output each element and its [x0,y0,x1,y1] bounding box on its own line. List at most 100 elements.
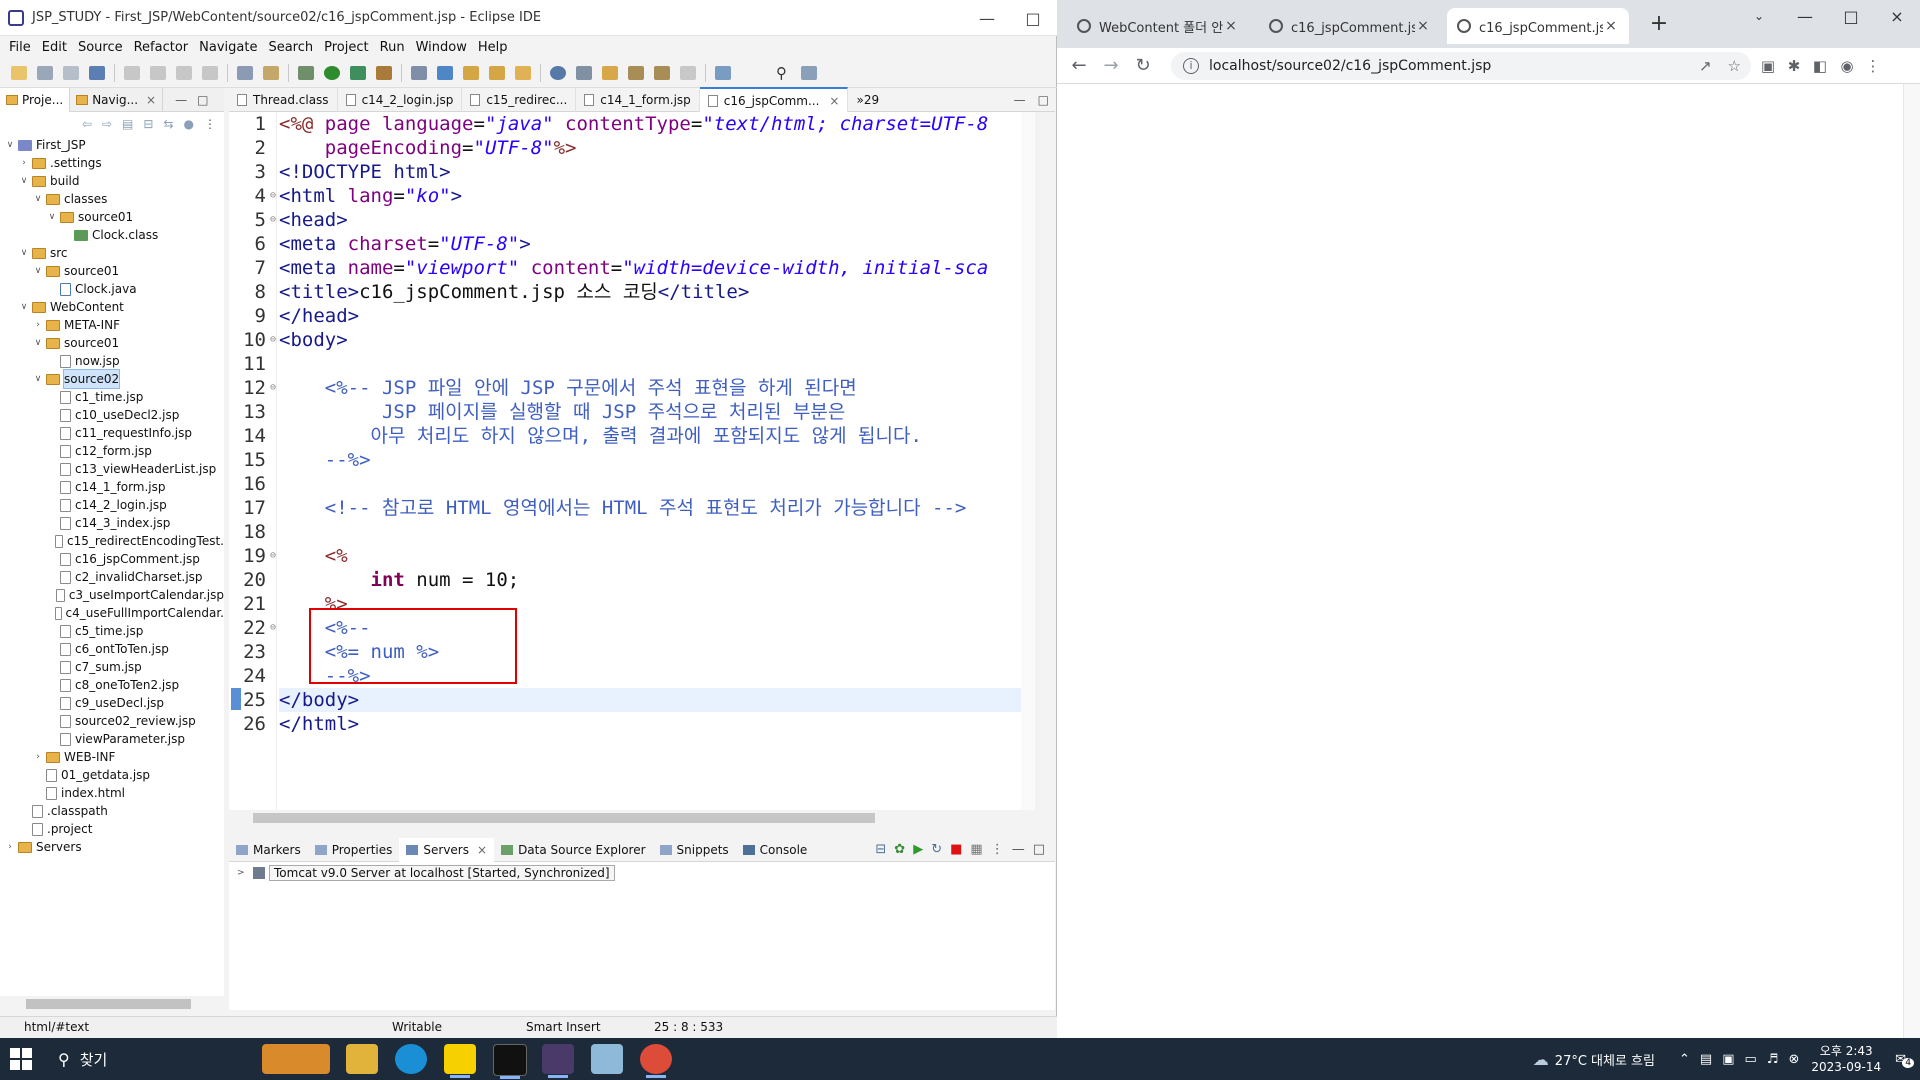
code-line[interactable]: <html lang="ko"> [279,184,1021,208]
tree-item[interactable]: c5_time.jsp [0,622,224,640]
tree-item[interactable]: c8_oneToTen2.jsp [0,676,224,694]
back-arrow-icon[interactable]: ⇦ [82,117,92,131]
code-line[interactable]: <% [279,544,1021,568]
code-line[interactable]: int num = 10; [279,568,1021,592]
network-icon[interactable]: ▤ [1700,1052,1712,1067]
terminal-icon[interactable] [493,1044,527,1079]
back-icon[interactable]: ← [1063,55,1095,76]
tree-item[interactable]: source02_review.jsp [0,712,224,730]
browser-tab-3[interactable]: c16_jspComment.jsp 소 × [1447,8,1629,44]
maximize-view-icon[interactable]: □ [1033,842,1045,857]
view-menu-icon[interactable]: ⋮ [991,842,1004,857]
new-icon[interactable] [11,65,27,80]
tree-item[interactable]: c6_ontToTen.jsp [0,640,224,658]
tab-navigator[interactable]: Navig... × [70,87,164,112]
forward-icon[interactable] [680,65,696,80]
tab-c15-redirect[interactable]: c15_redirec... [462,87,577,112]
fold-toggle-icon[interactable]: ⊖ [270,328,276,352]
close-icon[interactable]: × [1874,7,1920,26]
minimize-view-icon[interactable]: — [175,93,187,107]
tree-item[interactable]: c13_viewHeaderList.jsp [0,460,224,478]
tab-thread-class[interactable]: Thread.class [229,87,338,112]
code-line[interactable] [279,352,1021,376]
code-line[interactable]: </html> [279,712,1021,736]
code-line[interactable]: <!-- 참고로 HTML 영역에서는 HTML 주석 표현도 처리가 가능합니… [279,496,1021,520]
stop-server-icon[interactable]: ■ [950,842,962,857]
tree-item[interactable]: c14_1_form.jsp [0,478,224,496]
toggle-icon[interactable] [237,65,253,80]
chevron-down-icon[interactable]: ∨ [32,190,44,208]
notepad-icon[interactable] [591,1044,623,1074]
chevron-right-icon[interactable]: › [32,748,44,766]
menu-run[interactable]: Run [380,40,405,55]
annotation-icon[interactable] [602,65,618,80]
tree-item[interactable]: now.jsp [0,352,224,370]
tree-item[interactable]: ∨ source01 [0,334,224,352]
code-line[interactable]: <%-- JSP 파일 안에 JSP 구문에서 주석 표현을 하게 된다면 [279,376,1021,400]
tree-item[interactable]: index.html [0,784,224,802]
browser-tab-2[interactable]: c16_jspComment.jsp 소 × [1259,8,1441,44]
edge-icon[interactable] [395,1044,427,1074]
code-line[interactable]: --%> [279,448,1021,472]
suspend-icon[interactable] [150,65,166,80]
tab-snippets[interactable]: Snippets [653,838,736,862]
code-line[interactable]: 아무 처리도 하지 않으며, 출력 결과에 포함되지도 않게 됩니다. [279,424,1021,448]
editor-horizontal-scrollbar[interactable] [229,810,1021,826]
tree-item[interactable]: c7_sum.jsp [0,658,224,676]
code-line[interactable]: <meta name="viewport" content="width=dev… [279,256,1021,280]
tab-c14-1-form[interactable]: c14_1_form.jsp [576,87,700,112]
code-line[interactable]: <%@ page language="java" contentType="te… [279,112,1021,136]
profile-icon[interactable]: ◉ [1839,58,1855,74]
tree-item[interactable]: 01_getdata.jsp [0,766,224,784]
code-line[interactable]: </body> [279,688,1021,712]
minimize-view-icon[interactable]: — [1012,842,1025,857]
link-editor-icon[interactable]: ⇆ [163,117,173,131]
pencil-icon[interactable] [515,65,531,80]
tab-c16-jspcomment[interactable]: c16_jspComm... × [699,86,849,113]
code-line[interactable] [279,520,1021,544]
taskbar-clock[interactable]: 오후 2:43 2023-09-14 [1811,1043,1881,1075]
tree-item[interactable]: ∨ source01 [0,262,224,280]
menu-file[interactable]: File [9,40,31,55]
coverage-icon[interactable] [350,65,366,80]
perspective-icon[interactable] [801,65,817,80]
tree-item[interactable]: Clock.java [0,280,224,298]
maximize-view-icon[interactable]: □ [197,93,208,107]
chevron-right-icon[interactable]: › [18,154,30,172]
search-tool-icon[interactable] [576,65,592,80]
maximize-icon[interactable]: □ [1828,7,1874,26]
tree-item[interactable]: c9_useDecl.jsp [0,694,224,712]
globe-icon[interactable] [550,65,566,80]
tree-item[interactable]: ∨ First_JSP [0,136,224,154]
menu-refactor[interactable]: Refactor [134,40,189,55]
browser-tab-1[interactable]: WebContent 폴더 안에 × [1067,8,1249,44]
prev-annotation-icon[interactable] [628,65,644,80]
kakaotalk-icon[interactable] [444,1044,476,1078]
publish-icon[interactable]: ▦ [970,842,982,857]
reload-icon[interactable]: ↻ [1127,55,1159,76]
notification-icon[interactable]: ✉ 4 [1895,1052,1914,1068]
close-tab-icon[interactable]: × [1415,18,1431,34]
tree-item[interactable]: ∨ WebContent [0,298,224,316]
fold-toggle-icon[interactable]: ⊖ [270,208,276,232]
share-icon[interactable]: ↗ [1699,57,1712,75]
tree-item[interactable]: c3_useImportCalendar.jsp [0,586,224,604]
tree-item[interactable]: ∨ src [0,244,224,262]
taskbar-search[interactable]: ⚲ 찾기 [58,1038,107,1080]
code-line[interactable]: <!DOCTYPE html> [279,160,1021,184]
terminate-icon[interactable] [176,65,192,80]
fold-toggle-icon[interactable]: ⊖ [270,544,276,568]
start-server-icon[interactable]: ▶ [913,842,923,857]
tab-servers[interactable]: Servers × [399,837,495,862]
site-info-icon[interactable]: i [1183,58,1199,74]
menu-window[interactable]: Window [416,40,467,55]
save-icon[interactable] [37,65,53,80]
address-bar[interactable]: i localhost/source02/c16_jspComment.jsp … [1171,52,1751,80]
terminal-icon[interactable] [89,65,105,80]
tree-item[interactable]: › META-INF [0,316,224,334]
page-vertical-scrollbar[interactable] [1903,84,1920,1038]
chevron-down-icon[interactable]: ∨ [32,370,44,388]
chevron-down-icon[interactable]: ∨ [18,244,30,262]
tree-item[interactable]: c15_redirectEncodingTest. [0,532,224,550]
tree-item[interactable]: .project [0,820,224,838]
